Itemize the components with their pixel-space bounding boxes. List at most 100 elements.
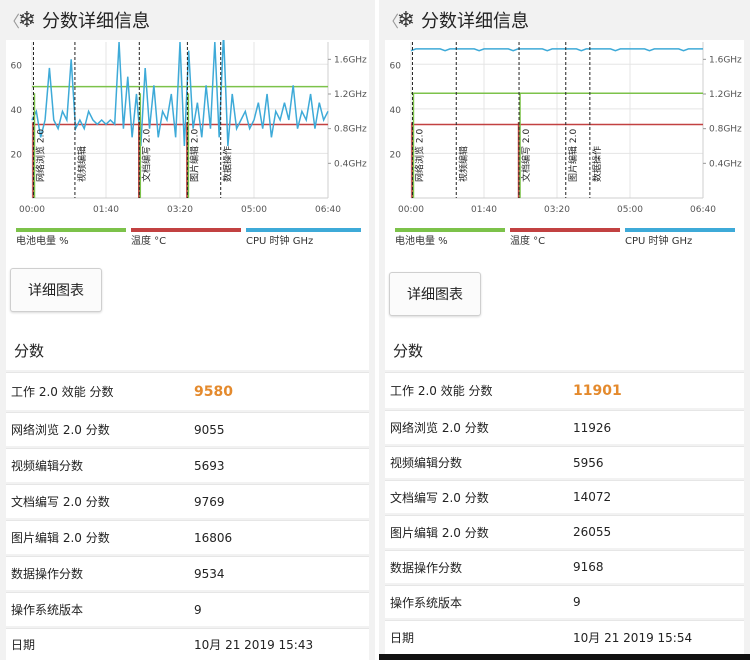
y-right-tick: 1.2GHz: [334, 90, 367, 100]
back-icon[interactable]: 〈: [383, 8, 399, 32]
score-label: 图片编辑 2.0 分数: [11, 531, 110, 545]
detail-chart-button[interactable]: 详细图表: [10, 268, 102, 312]
score-label: 操作系统版本: [11, 603, 84, 617]
page-title: 分数详细信息: [421, 11, 529, 32]
y-left-tick: 20: [11, 150, 23, 160]
score-label: 文档编写 2.0 分数: [390, 490, 489, 505]
section-label: 文档编写 2.0: [520, 129, 532, 182]
score-row: 日期 10月 21 2019 15:54: [385, 620, 744, 654]
x-tick: 00:00: [398, 205, 424, 215]
legend-swatch: [395, 228, 505, 232]
performance-chart: 60 40 20 1.6GHz 1.2GHz 0.8GHz 0.4GHz 00:00 01:40…: [390, 42, 742, 247]
page-title: 分数详细信息: [42, 11, 150, 32]
y-left-tick: 40: [390, 106, 402, 116]
score-row: 文档编写 2.0 分数 9769: [6, 484, 369, 518]
score-label: 网络浏览 2.0 分数: [390, 421, 489, 435]
score-row: 操作系统版本 9: [6, 592, 369, 626]
score-row: 数据操作分数 9168: [385, 550, 744, 583]
y-right-tick: 0.4GHz: [334, 159, 367, 169]
score-label: 文档编写 2.0 分数: [11, 495, 110, 509]
score-label: 网络浏览 2.0 分数: [11, 423, 110, 437]
score-value: 26055: [573, 525, 612, 539]
snowflake-icon: ❄: [17, 7, 37, 33]
score-value: 16806: [194, 530, 233, 545]
score-label: 数据操作分数: [11, 567, 84, 581]
score-value: 10月 21 2019 15:43: [194, 638, 314, 652]
section-label: 数据操作: [222, 146, 234, 182]
y-left-tick: 20: [390, 150, 402, 160]
score-value: 14072: [573, 490, 612, 504]
score-row: 操作系统版本 9: [385, 585, 744, 618]
score-value: 5693: [194, 458, 225, 473]
score-row: 文档编写 2.0 分数 14072: [385, 480, 744, 513]
legend-swatch: [246, 228, 361, 232]
score-label: 日期: [11, 638, 36, 652]
score-value: 10月 21 2019 15:54: [573, 631, 693, 645]
y-left-tick: 60: [11, 61, 23, 71]
y-left-tick: 40: [11, 106, 23, 116]
y-right-tick: 0.8GHz: [334, 125, 367, 135]
score-row: 日期 10月 21 2019 15:43: [6, 628, 369, 660]
legend-swatch: [510, 228, 620, 232]
y-right-tick: 1.2GHz: [709, 90, 742, 100]
legend-label: 电池电量 %: [395, 234, 448, 247]
score-row: 数据操作分数 9534: [6, 556, 369, 590]
score-label: 工作 2.0 效能 分数: [11, 385, 114, 399]
navigation-bar: [379, 654, 750, 660]
scores-heading: 分数: [385, 330, 744, 370]
score-row: 视频编辑分数 5693: [6, 448, 369, 482]
x-tick: 05:00: [241, 205, 267, 215]
score-row: 网络浏览 2.0 分数 9055: [6, 412, 369, 446]
x-tick: 06:40: [315, 205, 341, 215]
x-tick: 03:20: [167, 205, 193, 215]
x-tick: 01:40: [471, 205, 497, 215]
section-label: 数据操作: [591, 146, 603, 182]
section-label: 图片编辑 2.0: [567, 129, 579, 182]
detail-chart-button[interactable]: 详细图表: [389, 272, 481, 316]
score-detail-panel-right: 〈 ❄ 分数详细信息 60 40 20 1.6GHz 1.2GHz 0.8GHz 0.4GH…: [379, 0, 750, 660]
legend-label: 温度 °C: [510, 234, 545, 247]
performance-chart: 60 40 20 1.6GHz 1.2GHz 0.8GHz 0.4GHz 00:00 01:40…: [11, 40, 367, 247]
legend-label: CPU 时钟 GHz: [246, 234, 313, 247]
section-label: 文档编写 2.0: [140, 129, 152, 182]
score-value: 11926: [573, 420, 612, 435]
score-row: 网络浏览 2.0 分数 11926: [385, 410, 744, 444]
score-value: 9: [573, 595, 581, 609]
score-value: 9534: [194, 566, 225, 581]
header-bar: 〈 ❄ 分数详细信息: [0, 0, 375, 40]
snowflake-icon: ❄: [396, 7, 416, 33]
x-tick: 06:40: [690, 205, 716, 215]
score-value: 5956: [573, 455, 604, 470]
score-row: 视频编辑分数 5956: [385, 446, 744, 478]
score-value: 9168: [573, 560, 604, 574]
legend-swatch: [16, 228, 126, 232]
section-label: 网络浏览 2.0: [34, 129, 46, 182]
x-tick: 00:00: [19, 205, 45, 215]
score-label: 视频编辑分数: [390, 456, 463, 470]
score-value: 9: [194, 602, 202, 617]
score-label: 视频编辑分数: [11, 459, 84, 473]
score-row: 图片编辑 2.0 分数 16806: [6, 520, 369, 554]
score-label: 数据操作分数: [390, 560, 463, 575]
x-tick: 03:20: [544, 205, 570, 215]
score-label: 日期: [390, 631, 415, 645]
y-right-tick: 0.4GHz: [709, 159, 742, 169]
score-value: 11901: [573, 382, 622, 399]
section-label: 网络浏览 2.0: [413, 129, 425, 182]
legend-label: 温度 °C: [131, 234, 166, 247]
score-value: 9055: [194, 422, 225, 437]
header-bar: 〈 ❄ 分数详细信息: [379, 0, 750, 40]
y-right-tick: 0.8GHz: [709, 125, 742, 135]
x-tick: 05:00: [617, 205, 643, 215]
legend-label: CPU 时钟 GHz: [625, 234, 692, 247]
back-icon[interactable]: 〈: [4, 8, 20, 32]
score-value: 9769: [194, 494, 225, 509]
score-row: 图片编辑 2.0 分数 26055: [385, 515, 744, 548]
score-value: 9580: [194, 383, 233, 400]
y-right-tick: 1.6GHz: [334, 55, 367, 65]
legend-swatch: [625, 228, 735, 232]
score-row: 工作 2.0 效能 分数 9580: [6, 372, 369, 410]
score-label: 工作 2.0 效能 分数: [390, 384, 493, 398]
legend-swatch: [131, 228, 241, 232]
y-left-tick: 60: [390, 61, 402, 71]
